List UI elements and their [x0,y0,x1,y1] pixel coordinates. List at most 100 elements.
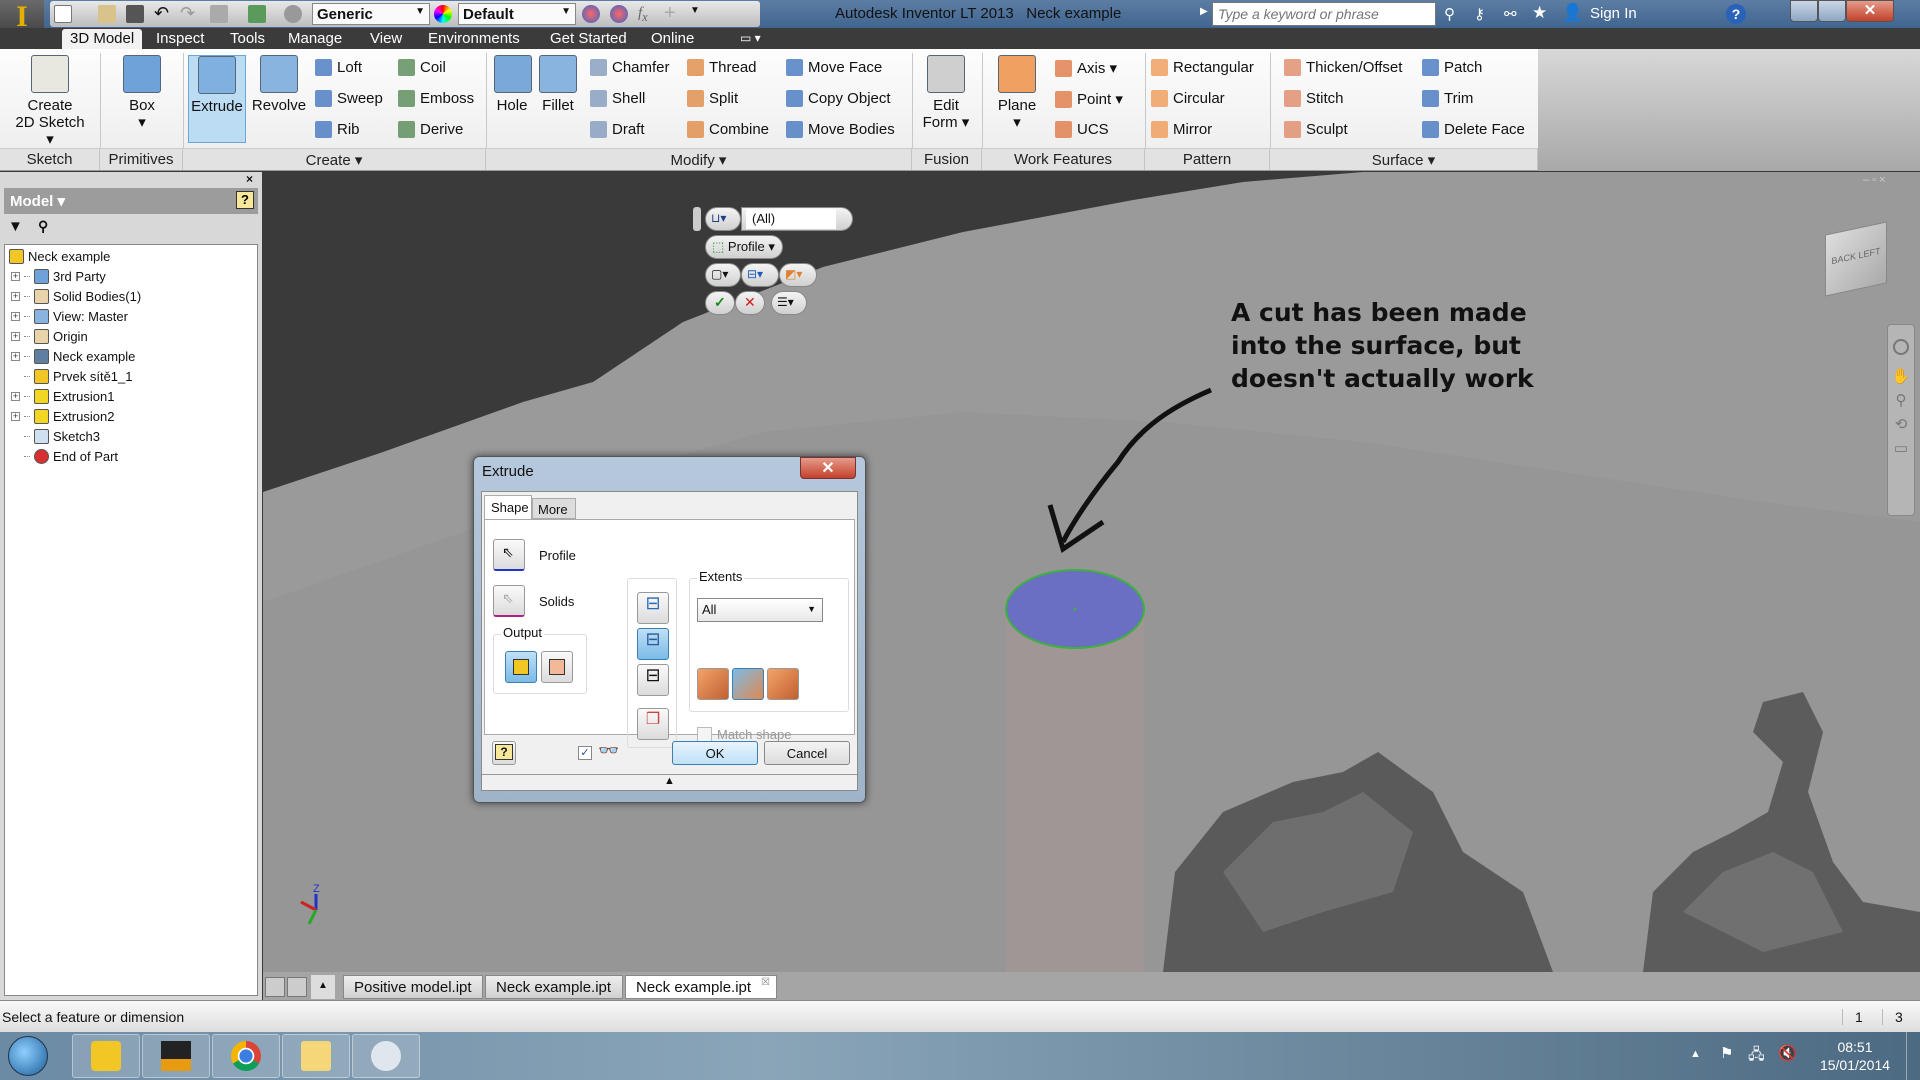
ribbon-loft-button[interactable]: Loft [315,59,362,76]
help-icon[interactable]: ? [1726,4,1746,24]
ribbon-draft-button[interactable]: Draft [590,121,645,138]
help-search-input[interactable] [1212,2,1436,26]
tree-node[interactable]: + Solid Bodies(1) [11,289,141,304]
browser-header[interactable]: Model ▾ ? [4,188,258,214]
satellite-icon[interactable]: ⚯ [1504,5,1517,23]
ribbon-derive-button[interactable]: Derive [398,121,463,138]
ribbon-delete-face-button[interactable]: Delete Face [1422,121,1525,138]
save-icon[interactable] [126,5,144,23]
tab-close-icon[interactable]: ☒ [761,977,770,988]
ribbon-ucs-button[interactable]: UCS [1055,121,1109,138]
ribbon-trim-button[interactable]: Trim [1422,90,1473,107]
taskbar-explorer[interactable] [282,1034,350,1078]
open-icon[interactable] [98,5,116,23]
taskbar-outlook[interactable] [72,1034,140,1078]
tree-node[interactable]: + Extrusion2 [11,409,114,424]
ribbon-rectangular-pattern-button[interactable]: Rectangular [1151,59,1254,76]
close-button[interactable]: ✕ [1846,0,1894,22]
apply-button[interactable]: ✓ [705,291,735,315]
tile-windows-icon[interactable] [287,977,307,997]
orbit-icon[interactable]: ⟲ [1888,415,1914,433]
ribbon-emboss-button[interactable]: Emboss [398,90,474,107]
cut-button[interactable]: ⊟ [637,628,669,660]
expand-toggle[interactable]: + [11,312,20,321]
view-cube[interactable]: BACK LEFT [1825,221,1887,297]
browser-help-icon[interactable]: ? [236,191,254,209]
expand-toggle[interactable]: + [11,392,20,401]
zoom-icon[interactable]: ⚲ [1888,391,1914,409]
ribbon-edit-form-button[interactable]: Edit Form ▾ [918,55,974,131]
user-icon[interactable]: 👤 [1562,3,1583,23]
steering-wheel-icon[interactable] [1893,339,1909,355]
sign-in-button[interactable]: Sign In [1590,5,1637,22]
look-at-icon[interactable]: ▭ [1888,439,1914,457]
ribbon-combine-button[interactable]: Combine [687,121,769,138]
ribbon-split-button[interactable]: Split [687,90,738,107]
appearance-icon[interactable] [434,5,452,23]
direction2-button[interactable] [732,668,764,700]
ribbon-copy-object-button[interactable]: Copy Object [786,90,891,107]
appearance-select[interactable]: Default ▼ [458,3,576,25]
output-surface-button[interactable] [541,651,573,683]
taskbar-chrome[interactable] [212,1034,280,1078]
taskbar-paint[interactable] [352,1034,420,1078]
ribbon-sweep-button[interactable]: Sweep [315,90,383,107]
redo-icon[interactable]: ↷ [180,4,198,23]
tree-node[interactable]: + Neck example [11,349,135,364]
viewport-window-controls[interactable]: – ▫ × [1863,174,1886,186]
volume-muted-icon[interactable]: 🔇 [1778,1044,1797,1062]
tab-3d-model[interactable]: 3D Model [62,29,143,49]
ribbon-revolve-button[interactable]: Revolve [250,55,308,114]
ribbon-mirror-button[interactable]: Mirror [1151,121,1212,138]
tree-node[interactable]: Neck example [9,249,110,264]
ribbon-coil-button[interactable]: Coil [398,59,446,76]
tree-node[interactable]: +3rd Party [11,269,106,284]
ribbon-shell-button[interactable]: Shell [590,90,645,107]
material-icon[interactable] [284,5,302,23]
ribbon-sketch-button[interactable]: Create 2D Sketch ▾ [10,55,90,148]
ribbon-options-icon[interactable]: ▭ ▾ [740,31,761,45]
windows-start-icon[interactable] [8,1036,48,1076]
document-tab[interactable]: Neck example.ipt ☒ [625,975,777,999]
filter-icon[interactable]: ▼ [8,218,23,235]
ribbon-chamfer-button[interactable]: Chamfer [590,59,670,76]
action-center-icon[interactable]: ⚑ [1720,1044,1733,1062]
expand-toggle[interactable]: + [11,292,20,301]
network-icon[interactable]: 🖧 [1748,1044,1765,1069]
find-icon[interactable]: ⚲ [38,218,48,235]
extents-select[interactable]: All ▼ [697,598,823,622]
profile-button[interactable]: ⬚ Profile ▾ [705,235,783,259]
ribbon-move-bodies-button[interactable]: Move Bodies [786,121,895,138]
tab-more[interactable]: More [532,498,576,519]
clock[interactable]: 08:51 15/01/2014 [1810,1038,1900,1074]
join-button[interactable]: ⊟ [637,592,669,624]
ribbon-move-face-button[interactable]: Move Face [786,59,882,76]
parameters-icon[interactable]: fx [638,5,656,24]
output-solid-button[interactable]: ▢▾ [705,263,741,287]
cascade-windows-icon[interactable] [265,977,285,997]
ribbon-hole-button[interactable]: Hole [494,55,532,114]
maximize-button[interactable] [1818,0,1846,22]
tab-online[interactable]: Online [643,29,702,49]
ok-button[interactable]: OK [672,741,758,765]
customize-icon[interactable]: ▼ [690,5,708,23]
ribbon-patch-button[interactable]: Patch [1422,59,1482,76]
intersect-button[interactable]: ⊟ [637,664,669,696]
solids-select-button[interactable]: ⇖ [493,585,525,617]
dialog-close-button[interactable]: ✕ [800,457,856,479]
show-hidden-icons[interactable]: ▲ [1690,1048,1701,1060]
show-desktop-button[interactable] [1906,1032,1920,1080]
expand-toggle[interactable]: + [11,352,20,361]
pan-icon[interactable]: ✋ [1888,367,1914,385]
tree-node[interactable]: + Extrusion1 [11,389,114,404]
ribbon-rib-button[interactable]: Rib [315,121,360,138]
ribbon-plane-button[interactable]: Plane ▾ [988,55,1046,131]
tab-tools[interactable]: Tools [222,29,273,49]
ribbon-thread-button[interactable]: Thread [687,59,757,76]
ribbon-axis-button[interactable]: Axis ▾ [1055,59,1117,77]
new-icon[interactable] [54,5,72,23]
undo-icon[interactable]: ↶ [154,4,172,23]
profile-select-button[interactable]: ⇖ [493,539,525,571]
ribbon-extrude-button[interactable]: Extrude [188,55,246,143]
ribbon-thicken-button[interactable]: Thicken/Offset [1284,59,1402,76]
